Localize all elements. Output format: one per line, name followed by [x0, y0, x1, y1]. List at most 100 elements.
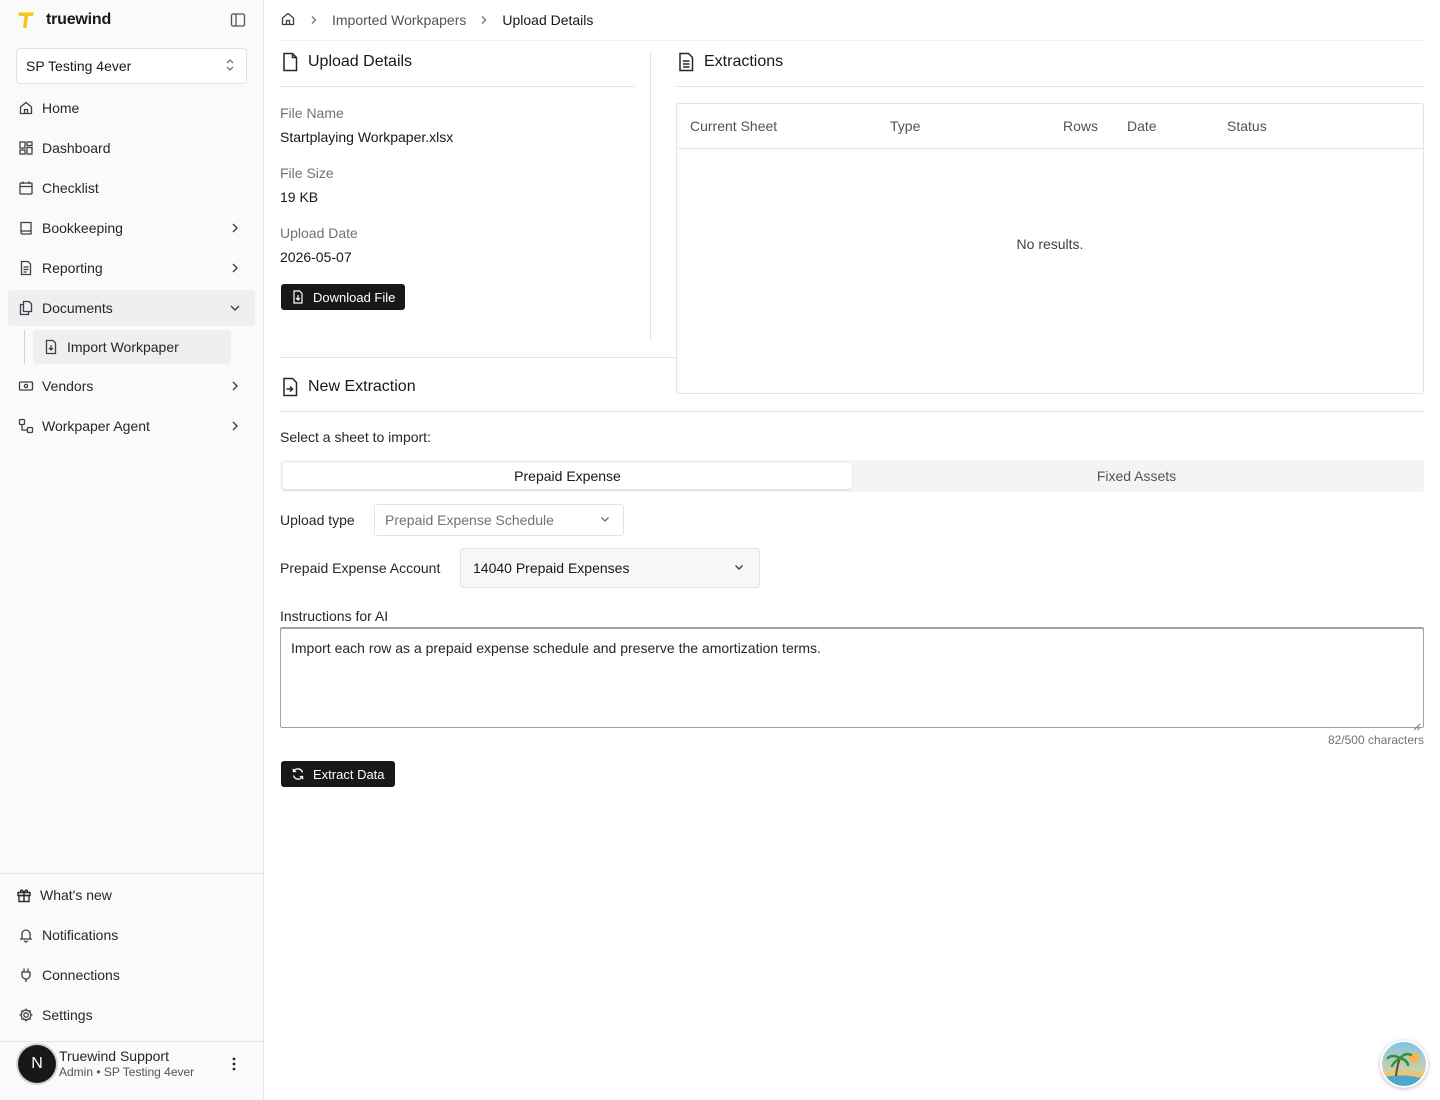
calendar-check-icon — [18, 180, 34, 196]
section-divider — [280, 357, 676, 358]
user-info: Truewind Support Admin • SP Testing 4eve… — [59, 1048, 194, 1079]
chevrons-up-down-icon — [224, 58, 236, 75]
nav-workpaper-agent[interactable]: Workpaper Agent — [8, 408, 255, 444]
tab-prepaid-expense[interactable]: Prepaid Expense — [283, 463, 852, 489]
chevron-right-icon — [227, 378, 243, 394]
upload-type-select[interactable]: Prepaid Expense Schedule — [374, 504, 624, 536]
nav-notifications[interactable]: Notifications — [8, 917, 255, 953]
column-divider — [650, 52, 651, 340]
column-current-sheet[interactable]: Current Sheet — [690, 118, 777, 134]
download-file-button[interactable]: Download File — [281, 284, 406, 310]
workflow-icon — [18, 418, 34, 434]
sidebar: truewind SP Testing 4ever Home Dashboard… — [0, 0, 264, 1100]
nav-notifications-label: Notifications — [42, 927, 119, 943]
nav-vendors[interactable]: Vendors — [8, 368, 255, 404]
prepaid-account-label: Prepaid Expense Account — [280, 560, 441, 576]
nav-checklist[interactable]: Checklist — [8, 170, 255, 206]
sidebar-toggle-icon[interactable] — [229, 11, 247, 29]
user-profile[interactable]: N Truewind Support Admin • SP Testing 4e… — [18, 1044, 248, 1084]
organization-select[interactable]: SP Testing 4ever — [16, 48, 247, 84]
documents-subnav: Import Workpaper — [24, 330, 255, 364]
new-extraction-title-text: New Extraction — [308, 378, 416, 395]
instructions-textarea[interactable]: Import each row as a prepaid expense sch… — [280, 627, 1424, 731]
layout-dashboard-icon — [18, 140, 34, 156]
nav-dashboard-label: Dashboard — [42, 140, 111, 156]
nav-dashboard[interactable]: Dashboard — [8, 130, 255, 166]
brand[interactable]: truewind — [16, 8, 111, 32]
brand-name: truewind — [46, 11, 112, 28]
extractions-title-text: Extractions — [704, 53, 784, 70]
resize-handle-icon[interactable] — [1413, 717, 1421, 731]
new-extraction-section: New Extraction — [280, 375, 416, 399]
truewind-logo-icon — [16, 10, 36, 30]
extract-data-label: Extract Data — [313, 766, 385, 782]
chevron-right-icon — [308, 14, 320, 26]
column-status[interactable]: Status — [1227, 118, 1267, 134]
nav-settings[interactable]: Settings — [8, 997, 255, 1033]
gift-icon — [16, 887, 32, 903]
nav-bookkeeping[interactable]: Bookkeeping — [8, 210, 255, 246]
nav-checklist-label: Checklist — [42, 180, 99, 196]
gear-icon — [18, 1007, 34, 1023]
breadcrumb-current: Upload Details — [502, 12, 594, 28]
nav-import-workpaper-label: Import Workpaper — [67, 339, 179, 355]
nav-vendors-label: Vendors — [42, 378, 94, 394]
chevron-down-icon — [599, 512, 611, 528]
column-type[interactable]: Type — [890, 118, 920, 134]
breadcrumb-imported-workpapers[interactable]: Imported Workpapers — [332, 12, 466, 28]
prepaid-account-value: 14040 Prepaid Expenses — [473, 560, 630, 576]
breadcrumb: Imported Workpapers Upload Details — [280, 10, 593, 30]
file-download-icon — [291, 290, 305, 304]
prepaid-account-select[interactable]: 14040 Prepaid Expenses — [460, 548, 760, 588]
bell-icon — [18, 927, 34, 943]
tab-fixed-assets[interactable]: Fixed Assets — [852, 463, 1421, 489]
extract-data-button[interactable]: Extract Data — [281, 761, 395, 787]
home-icon[interactable] — [280, 11, 296, 30]
nav-connections[interactable]: Connections — [8, 957, 255, 993]
upload-details-divider — [280, 86, 635, 87]
sidebar-divider — [0, 873, 263, 874]
upload-details-section: Upload Details — [280, 50, 635, 74]
upload-type-value: Prepaid Expense Schedule — [385, 512, 554, 528]
empty-state: No results. — [1016, 236, 1084, 252]
nav-whats-new[interactable]: What's new — [8, 877, 255, 913]
column-date[interactable]: Date — [1127, 118, 1157, 134]
file-name-value: Startplaying Workpaper.xlsx — [280, 129, 454, 145]
more-vertical-icon[interactable] — [226, 1056, 242, 1072]
nav-reporting-label: Reporting — [42, 260, 103, 276]
extractions-divider — [676, 86, 1424, 87]
bottom-nav: What's new Notifications Connections Set… — [8, 877, 255, 1037]
sheet-tabs: Prepaid Expense Fixed Assets — [280, 460, 1424, 492]
user-name: Truewind Support — [59, 1048, 169, 1065]
beach-avatar-icon — [1380, 1040, 1428, 1088]
organization-select-value: SP Testing 4ever — [26, 58, 132, 74]
chevron-right-icon — [227, 220, 243, 236]
file-size-value: 19 KB — [280, 189, 319, 205]
chevron-right-icon — [227, 418, 243, 434]
upload-type-label: Upload type — [280, 512, 355, 528]
table-header: Current Sheet Type Rows Date Status — [677, 104, 1423, 149]
assistant-launcher[interactable] — [1380, 1040, 1428, 1088]
chevron-right-icon — [227, 260, 243, 276]
sheet-select-prompt: Select a sheet to import: — [280, 429, 431, 445]
nav-whats-new-label: What's new — [40, 887, 112, 903]
new-extraction-title: New Extraction — [280, 375, 416, 399]
chevron-right-icon — [478, 14, 490, 26]
plug-icon — [18, 967, 34, 983]
nav-import-workpaper[interactable]: Import Workpaper — [33, 330, 231, 364]
instructions-label: Instructions for AI — [280, 608, 389, 624]
column-rows[interactable]: Rows — [1063, 118, 1098, 134]
nav-documents[interactable]: Documents — [8, 290, 255, 326]
file-icon — [280, 52, 300, 72]
banknote-icon — [18, 378, 34, 394]
file-size-label: File Size — [280, 165, 334, 181]
nav-reporting[interactable]: Reporting — [8, 250, 255, 286]
nav-documents-label: Documents — [42, 300, 113, 316]
file-import-icon — [43, 339, 59, 355]
refresh-icon — [291, 767, 305, 781]
nav-home[interactable]: Home — [8, 90, 255, 126]
avatar: N — [18, 1045, 56, 1083]
upload-details-title: Upload Details — [280, 50, 635, 74]
nav-settings-label: Settings — [42, 1007, 93, 1023]
nav-home-label: Home — [42, 100, 80, 116]
